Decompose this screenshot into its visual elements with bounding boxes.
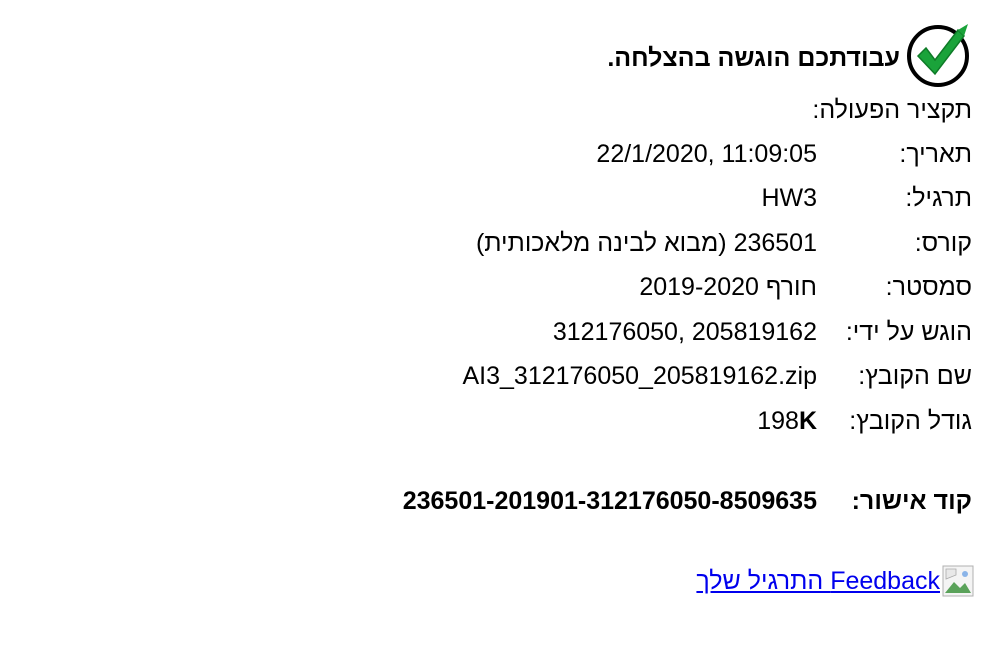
detail-row-filename: שם הקובץ: AI3_312176050_205819162.zip: [462, 355, 972, 400]
detail-label: קורס:: [914, 228, 972, 257]
detail-label: סמסטר:: [885, 273, 972, 302]
filesize-number: 198: [757, 406, 799, 435]
broken-image-icon[interactable]: [942, 565, 974, 597]
detail-row-submitted-by: הוגש על ידי: 312176050, 205819162: [462, 310, 972, 355]
detail-value: 198K: [462, 399, 817, 444]
details-table: תאריך: 22/1/2020, 11:09:05 תרגיל: HW3 קו…: [462, 132, 972, 444]
summary-heading: תקציר הפעולה:: [812, 96, 972, 124]
detail-row-course: קורס: 236501 (מבוא לבינה מלאכותית): [462, 221, 972, 266]
filesize-unit: K: [798, 406, 817, 435]
detail-label: שם הקובץ:: [858, 362, 972, 391]
feedback-link[interactable]: Feedback התרגיל שלך: [696, 567, 940, 596]
detail-row-filesize: גודל הקובץ: 198K: [462, 399, 972, 444]
detail-value: 312176050, 205819162: [552, 317, 817, 346]
approval-code-row: קוד אישור: 236501-201901-312176050-85096…: [403, 487, 972, 516]
detail-value: HW3: [761, 184, 817, 213]
approval-code: 236501-201901-312176050-8509635: [402, 487, 817, 515]
checkmark-icon: [907, 24, 969, 87]
page-title: עבודתכם הוגשה בהצלחה.: [607, 43, 900, 72]
detail-value: 22/1/2020, 11:09:05: [596, 139, 817, 168]
detail-label: תרגיל:: [905, 184, 972, 213]
success-header: עבודתכם הוגשה בהצלחה.: [607, 20, 972, 88]
detail-label: תאריך:: [899, 139, 972, 168]
approval-label: קוד אישור:: [851, 487, 972, 515]
feedback-row: Feedback התרגיל שלך: [696, 565, 974, 597]
submission-confirmation-page: עבודתכם הוגשה בהצלחה. תקציר הפעולה: תארי…: [0, 0, 988, 650]
detail-row-exercise: תרגיל: HW3: [462, 177, 972, 222]
detail-row-date: תאריך: 22/1/2020, 11:09:05: [462, 132, 972, 177]
detail-value: חורף 2019-2020: [639, 273, 817, 302]
detail-row-semester: סמסטר: חורף 2019-2020: [462, 266, 972, 311]
detail-value: 236501 (מבוא לבינה מלאכותית): [475, 228, 817, 257]
detail-value: AI3_312176050_205819162.zip: [462, 362, 817, 391]
detail-label: גודל הקובץ:: [849, 406, 972, 435]
detail-label: הוגש על ידי:: [845, 317, 972, 346]
